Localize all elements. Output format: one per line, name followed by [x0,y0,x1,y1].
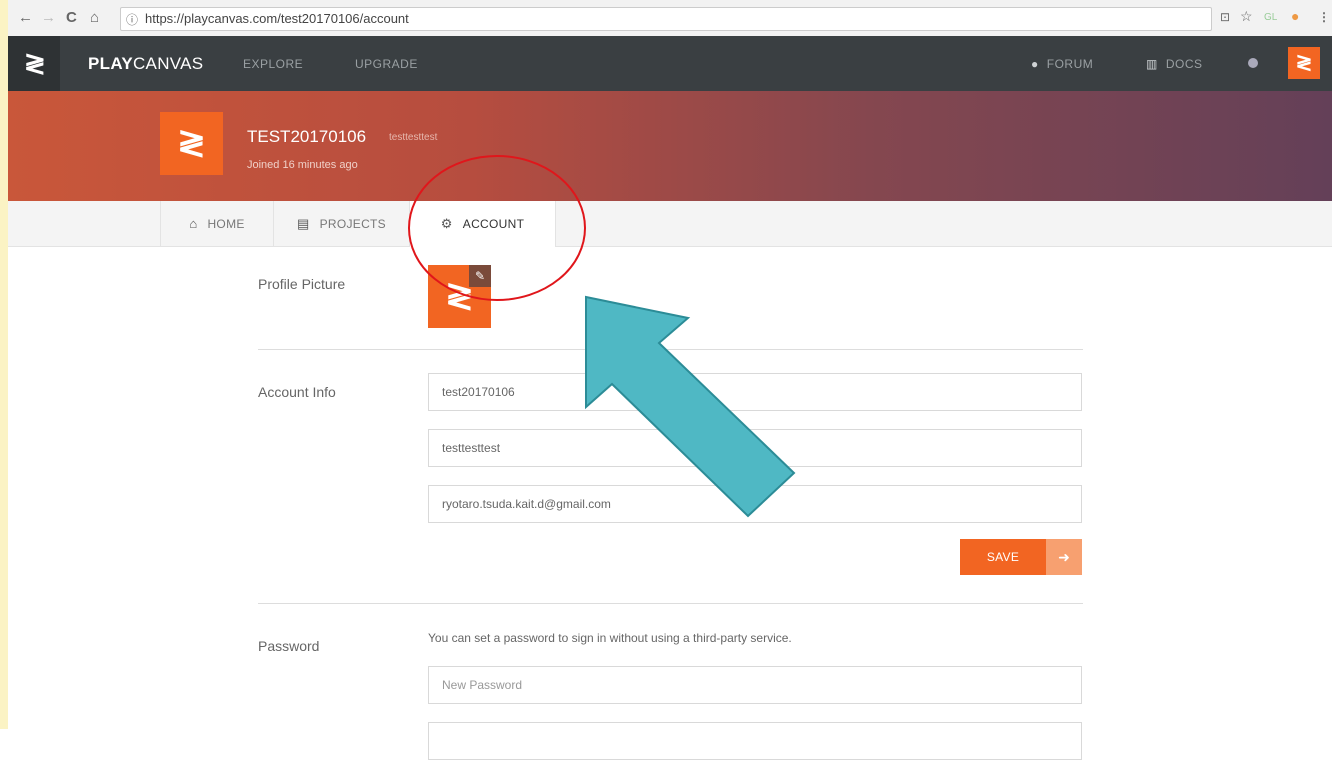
username-input[interactable] [428,373,1082,411]
tab-projects-label: PROJECTS [319,217,386,231]
address-bar[interactable]: ⓘ https://playcanvas.com/test20170106/ac… [120,7,1212,31]
profile-tabs: ⌂ HOME ▤ PROJECTS ⚙ ACCOUNT [8,201,1332,247]
gl-extension-icon[interactable]: GL [1264,12,1277,23]
profile-header: ≷ TEST20170106 testtesttest Joined 16 mi… [8,91,1332,201]
browser-menu-icon[interactable]: ⋮ [1318,10,1330,24]
password-label: Password [258,638,320,654]
profile-picture-label: Profile Picture [258,276,346,292]
bookmark-star-icon[interactable]: ☆ [1240,8,1253,25]
slide-decoration-left [0,0,8,729]
color-extension-icon[interactable]: ● [1291,8,1299,24]
tab-projects[interactable]: ▤ PROJECTS [274,201,410,246]
translate-icon[interactable]: ⊡ [1220,10,1230,24]
tab-account-label: ACCOUNT [462,217,525,231]
browser-toolbar: ← → C ⌂ ⓘ https://playcanvas.com/test201… [8,0,1332,37]
profile-fullname: testtesttest [389,132,438,143]
back-icon[interactable]: ← [18,9,33,27]
profile-avatar: ≷ [160,112,223,175]
url-text: https://playcanvas.com/test20170106/acco… [145,11,409,26]
section-divider [258,603,1083,604]
edit-icon[interactable]: ✎ [469,265,491,287]
account-info-label: Account Info [258,384,336,400]
top-navigation: ≷ PLAYCANVAS EXPLORE UPGRADE ● FORUM ▥ DOC… [8,36,1332,91]
tab-account[interactable]: ⚙ ACCOUNT [410,201,556,247]
reload-icon[interactable]: C [66,9,77,27]
confirm-password-input[interactable] [428,722,1082,760]
status-dot-icon [1248,58,1258,68]
upgrade-link[interactable]: UPGRADE [355,57,418,71]
profile-username: TEST20170106 [247,127,367,146]
password-hint: You can set a password to sign in withou… [428,631,792,645]
side-logo[interactable]: ≷ [8,36,60,91]
account-tab-icon: ⚙ [440,216,453,231]
section-divider [258,349,1083,350]
projects-tab-icon: ▤ [296,216,310,231]
fullname-input[interactable] [428,429,1082,467]
explore-link[interactable]: EXPLORE [243,57,303,71]
home-tab-icon: ⌂ [189,216,198,231]
email-input[interactable] [428,485,1082,523]
playcanvas-logo-icon: ≷ [24,48,46,78]
brand-rest: CANVAS [132,54,204,73]
save-button[interactable]: SAVE [960,539,1046,575]
profile-joined: Joined 16 minutes ago [247,159,358,171]
forward-icon[interactable]: → [41,9,56,27]
new-password-input[interactable] [428,666,1082,704]
brand-name[interactable]: PLAYCANVAS [88,54,203,74]
site-info-icon[interactable]: ⓘ [126,11,138,28]
forum-label: FORUM [1046,57,1094,71]
user-avatar[interactable]: ≷ [1288,47,1320,79]
tab-home[interactable]: ⌂ HOME [160,201,274,246]
docs-icon: ▥ [1146,57,1158,71]
brand-bold: PLAY [88,54,133,73]
arrow-right-icon[interactable]: ➜ [1046,539,1082,575]
tab-home-label: HOME [207,217,245,231]
docs-label: DOCS [1165,57,1203,71]
docs-link[interactable]: ▥ DOCS [1146,57,1203,71]
home-icon[interactable]: ⌂ [90,9,99,27]
forum-link[interactable]: ● FORUM [1031,57,1093,71]
forum-icon: ● [1031,57,1039,71]
